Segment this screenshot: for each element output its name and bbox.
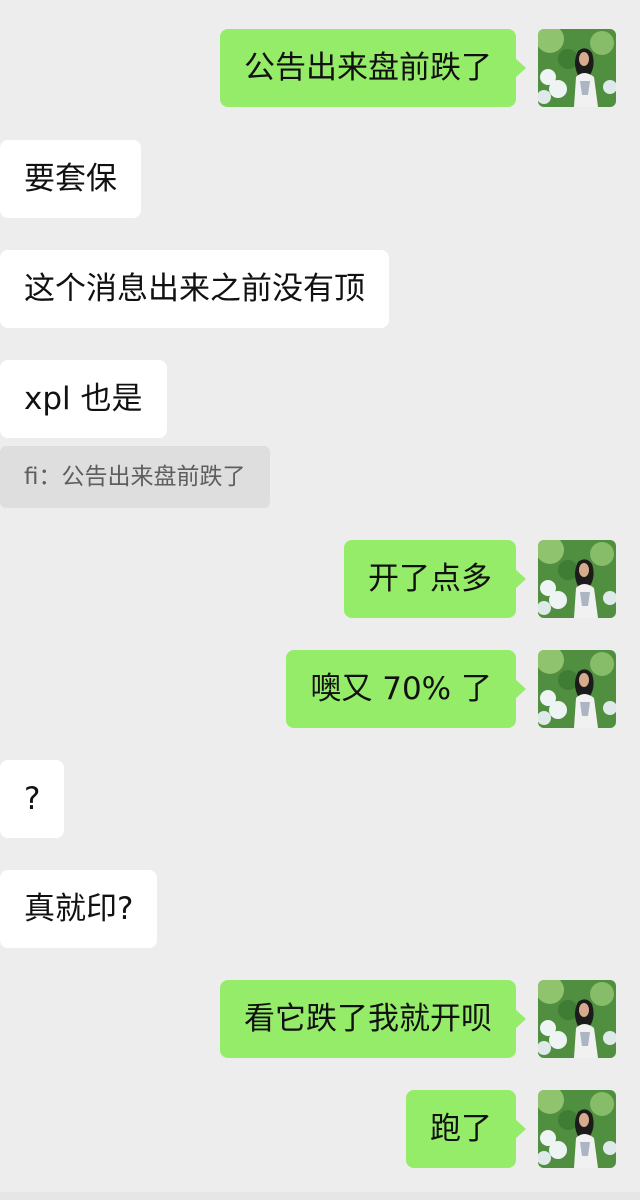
user-photo-avatar-icon — [538, 540, 616, 618]
message-text: 这个消息出来之前没有顶 — [24, 271, 365, 307]
bottom-edge — [0, 1192, 640, 1200]
message-text: 开了点多 — [368, 561, 492, 597]
message-text: 噢又 70% 了 — [310, 671, 492, 707]
chat-history[interactable]: 公告出来盘前跌了 要套保 这个消息出来之前没有顶 xpl 也是 fi：公告出来盘… — [0, 0, 640, 1200]
message-text: 看它跌了我就开呗 — [244, 1001, 492, 1037]
message-row-incoming: 要套保 — [0, 140, 640, 218]
message-text: xpl 也是 — [24, 381, 143, 417]
message-row-outgoing: 跑了 — [0, 1090, 640, 1168]
quoted-message-text: fi：公告出来盘前跌了 — [24, 464, 246, 490]
message-row-incoming: 这个消息出来之前没有顶 — [0, 250, 640, 328]
message-row-incoming: xpl 也是 — [0, 360, 640, 438]
outgoing-message-bubble[interactable]: 开了点多 — [344, 540, 526, 618]
message-row-incoming: ? — [0, 760, 640, 838]
outgoing-message-bubble[interactable]: 噢又 70% 了 — [286, 650, 526, 728]
quoted-reply-row: fi：公告出来盘前跌了 — [0, 446, 640, 508]
incoming-message-bubble[interactable]: 真就印? — [0, 870, 158, 948]
message-row-outgoing: 开了点多 — [0, 540, 640, 618]
user-avatar[interactable] — [538, 980, 616, 1058]
message-row-outgoing: 噢又 70% 了 — [0, 650, 640, 728]
outgoing-message-bubble[interactable]: 跑了 — [406, 1090, 526, 1168]
user-photo-avatar-icon — [538, 29, 616, 107]
outgoing-message-bubble[interactable]: 公告出来盘前跌了 — [220, 29, 526, 107]
incoming-message-bubble[interactable]: 这个消息出来之前没有顶 — [0, 250, 389, 328]
incoming-message-bubble[interactable]: xpl 也是 — [0, 360, 167, 438]
user-photo-avatar-icon — [538, 980, 616, 1058]
quoted-message[interactable]: fi：公告出来盘前跌了 — [0, 446, 270, 508]
message-row-outgoing: 看它跌了我就开呗 — [0, 980, 640, 1058]
incoming-message-bubble[interactable]: ? — [0, 760, 65, 838]
user-avatar[interactable] — [538, 29, 616, 107]
message-text: 要套保 — [24, 161, 117, 197]
message-text: 跑了 — [430, 1111, 492, 1147]
message-text: 真就印? — [24, 891, 134, 927]
user-avatar[interactable] — [538, 540, 616, 618]
user-photo-avatar-icon — [538, 1090, 616, 1168]
message-row-incoming: 真就印? — [0, 870, 640, 948]
message-row-outgoing: 公告出来盘前跌了 — [0, 29, 640, 107]
user-avatar[interactable] — [538, 650, 616, 728]
incoming-message-bubble[interactable]: 要套保 — [0, 140, 141, 218]
user-avatar[interactable] — [538, 1090, 616, 1168]
message-text: ? — [24, 781, 41, 817]
outgoing-message-bubble[interactable]: 看它跌了我就开呗 — [220, 980, 526, 1058]
message-text: 公告出来盘前跌了 — [244, 50, 492, 86]
user-photo-avatar-icon — [538, 650, 616, 728]
